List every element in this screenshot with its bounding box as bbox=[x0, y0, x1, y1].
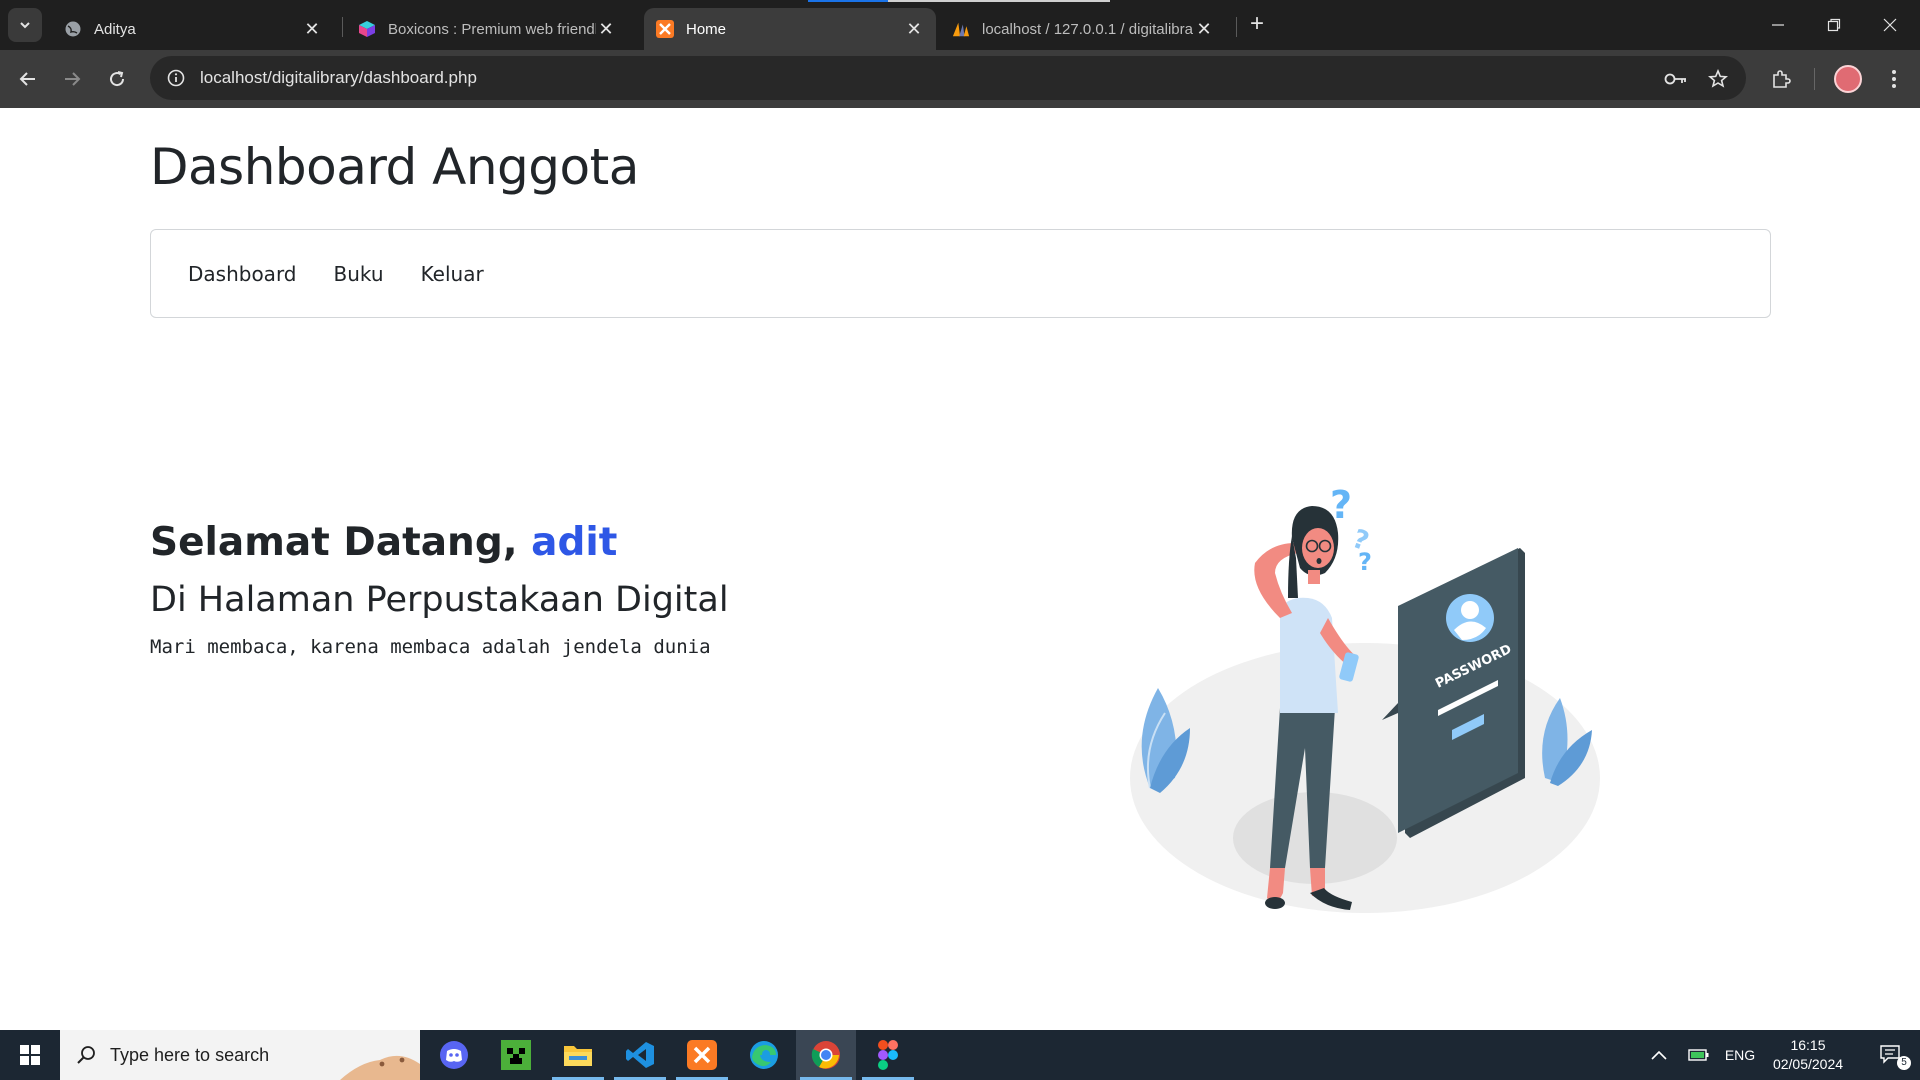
close-tab-icon[interactable]: ✕ bbox=[302, 19, 322, 39]
taskbar-search-box[interactable]: Type here to search bbox=[60, 1030, 420, 1080]
tab-aditya[interactable]: Aditya ✕ bbox=[52, 8, 334, 50]
browser-tab-strip: Aditya ✕ Boxicons : Premium web friendly… bbox=[0, 0, 1920, 50]
chevron-up-icon bbox=[1651, 1050, 1667, 1060]
file-explorer-icon bbox=[564, 1046, 592, 1066]
welcome-prefix: Selamat Datang, bbox=[150, 520, 532, 565]
site-info-icon[interactable] bbox=[154, 56, 198, 100]
page-content: Dashboard Anggota Dashboard Buku Keluar … bbox=[0, 108, 1920, 1030]
search-highlight-icon bbox=[340, 1055, 420, 1080]
star-icon bbox=[1708, 69, 1728, 88]
url-text[interactable]: localhost/digitalibrary/dashboard.php bbox=[200, 68, 477, 88]
phpmyadmin-icon bbox=[952, 20, 970, 38]
search-icon bbox=[77, 1046, 95, 1064]
browser-menu-button[interactable] bbox=[1876, 61, 1912, 97]
taskbar-edge[interactable] bbox=[734, 1030, 794, 1080]
show-hidden-icons-button[interactable] bbox=[1644, 1030, 1674, 1080]
battery-charging-icon bbox=[1688, 1049, 1709, 1061]
close-tab-icon[interactable]: ✕ bbox=[596, 19, 616, 39]
username: adit bbox=[531, 520, 618, 565]
restore-icon bbox=[1827, 18, 1841, 32]
xampp-icon bbox=[687, 1040, 717, 1070]
boxicons-icon bbox=[358, 20, 376, 38]
search-placeholder: Type here to search bbox=[110, 1044, 270, 1065]
tab-phpmyadmin[interactable]: localhost / 127.0.0.1 / digitalibrary ✕ bbox=[940, 8, 1226, 50]
toolbar-divider bbox=[1814, 68, 1815, 90]
confused-woman-password-illustration: PASSWORD ? ? ? bbox=[1130, 483, 1600, 913]
browser-toolbar: localhost/digitalibrary/dashboard.php bbox=[0, 50, 1920, 108]
reload-button[interactable] bbox=[99, 61, 135, 97]
taskbar-figma[interactable] bbox=[858, 1030, 918, 1080]
page-title: Dashboard Anggota bbox=[150, 138, 639, 196]
battery-status[interactable] bbox=[1682, 1030, 1716, 1080]
close-tab-icon[interactable]: ✕ bbox=[904, 19, 924, 39]
taskbar-discord[interactable] bbox=[424, 1030, 484, 1080]
main-navbar: Dashboard Buku Keluar bbox=[150, 229, 1771, 318]
taskbar-xampp[interactable] bbox=[672, 1030, 732, 1080]
welcome-heading: Selamat Datang, adit bbox=[150, 520, 617, 565]
tab-title: localhost / 127.0.0.1 / digitalibrary bbox=[982, 20, 1194, 38]
tab-home[interactable]: Home ✕ bbox=[644, 8, 936, 50]
tab-title: Home bbox=[686, 20, 727, 38]
close-tab-icon[interactable]: ✕ bbox=[1194, 19, 1214, 39]
xampp-icon bbox=[656, 20, 674, 38]
windows-taskbar: Type here to search ENG 16:15 02/05/2024… bbox=[0, 1030, 1920, 1080]
welcome-tagline: Mari membaca, karena membaca adalah jend… bbox=[150, 636, 711, 658]
nav-link-buku[interactable]: Buku bbox=[334, 262, 384, 286]
edge-icon bbox=[750, 1041, 778, 1069]
tab-title: Aditya bbox=[94, 20, 136, 38]
new-tab-button[interactable]: + bbox=[1245, 12, 1269, 37]
welcome-subtitle: Di Halaman Perpustakaan Digital bbox=[150, 580, 729, 620]
minimize-icon bbox=[1772, 24, 1784, 26]
minimize-button[interactable] bbox=[1750, 0, 1806, 50]
clock-time: 16:15 bbox=[1790, 1037, 1826, 1053]
back-button[interactable] bbox=[10, 61, 46, 97]
figma-icon bbox=[878, 1040, 898, 1070]
forward-button[interactable] bbox=[54, 61, 90, 97]
reload-icon bbox=[110, 71, 125, 87]
taskbar-minecraft[interactable] bbox=[486, 1030, 546, 1080]
more-vertical-icon bbox=[1892, 70, 1896, 88]
loading-indicator-track bbox=[888, 0, 1110, 2]
tab-divider bbox=[342, 17, 343, 37]
globe-icon bbox=[64, 20, 82, 38]
notification-center-button[interactable]: 5 bbox=[1866, 1030, 1916, 1080]
extensions-button[interactable] bbox=[1763, 61, 1799, 97]
nav-link-keluar[interactable]: Keluar bbox=[421, 262, 484, 286]
close-icon bbox=[1883, 18, 1897, 32]
tab-divider bbox=[1236, 17, 1237, 37]
key-icon bbox=[1664, 73, 1686, 85]
vscode-icon bbox=[626, 1042, 654, 1068]
minecraft-icon bbox=[501, 1040, 531, 1070]
taskbar-clock[interactable]: 16:15 02/05/2024 bbox=[1758, 1036, 1858, 1074]
tab-title: Boxicons : Premium web friendly bbox=[388, 20, 596, 38]
notification-count-badge: 5 bbox=[1897, 1056, 1911, 1070]
puzzle-icon bbox=[1773, 70, 1791, 88]
loading-indicator bbox=[808, 0, 888, 2]
tab-search-button[interactable] bbox=[8, 8, 42, 42]
arrow-right-icon bbox=[65, 72, 81, 86]
password-key-button[interactable] bbox=[1658, 61, 1694, 97]
restore-button[interactable] bbox=[1806, 0, 1862, 50]
question-mark-icon: ? bbox=[1358, 548, 1372, 576]
chevron-down-icon bbox=[20, 22, 30, 29]
taskbar-chrome[interactable] bbox=[796, 1030, 856, 1080]
nav-link-dashboard[interactable]: Dashboard bbox=[188, 262, 297, 286]
bookmark-button[interactable] bbox=[1700, 61, 1736, 97]
profile-avatar[interactable] bbox=[1834, 65, 1862, 93]
tab-boxicons[interactable]: Boxicons : Premium web friendly ✕ bbox=[346, 8, 628, 50]
close-window-button[interactable] bbox=[1862, 0, 1918, 50]
arrow-left-icon bbox=[19, 72, 35, 86]
language-indicator[interactable]: ENG bbox=[1720, 1030, 1760, 1080]
address-bar[interactable]: localhost/digitalibrary/dashboard.php bbox=[150, 56, 1746, 100]
taskbar-file-explorer[interactable] bbox=[548, 1030, 608, 1080]
discord-icon bbox=[440, 1041, 468, 1069]
windows-logo-icon bbox=[20, 1045, 40, 1065]
start-button[interactable] bbox=[0, 1030, 60, 1080]
taskbar-vscode[interactable] bbox=[610, 1030, 670, 1080]
chrome-icon bbox=[811, 1041, 840, 1069]
clock-date: 02/05/2024 bbox=[1772, 1056, 1844, 1072]
